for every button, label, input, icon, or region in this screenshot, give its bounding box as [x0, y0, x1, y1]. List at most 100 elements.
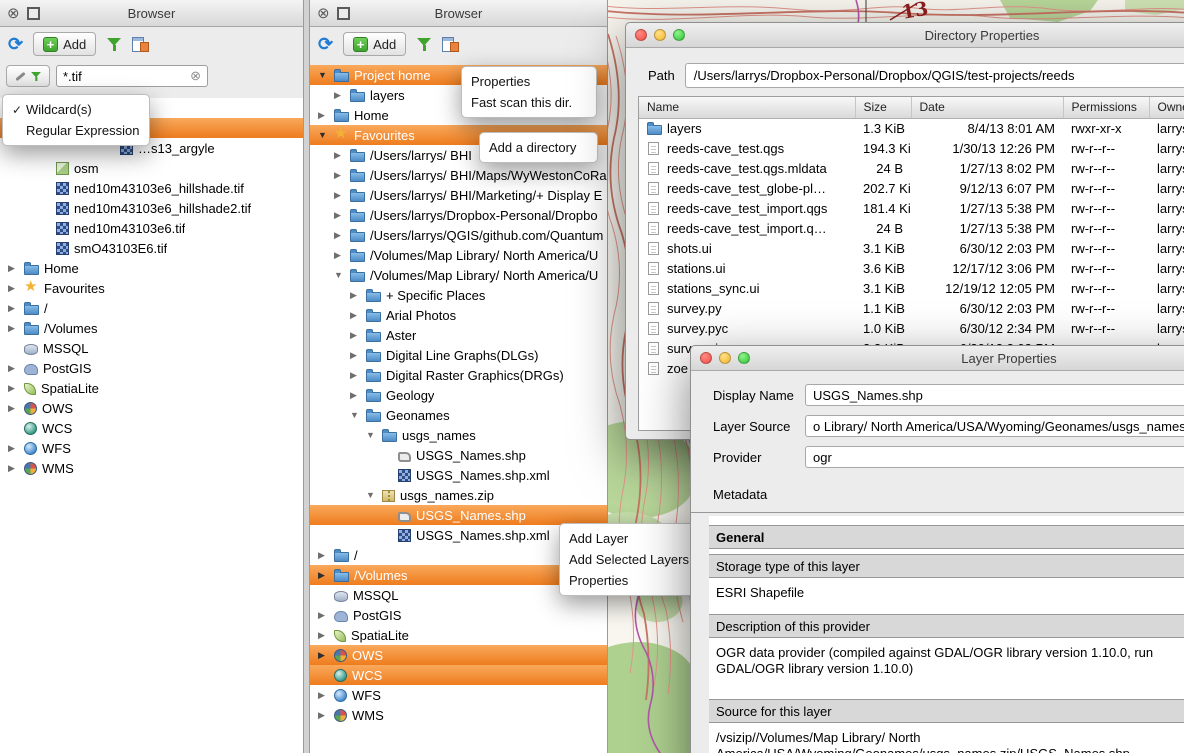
expand-arrow[interactable]: ▶ — [350, 330, 366, 341]
refresh-icon[interactable]: ⟳ — [318, 35, 333, 53]
expand-arrow[interactable]: ▶ — [318, 570, 334, 581]
tree-item-usgs-names-zip[interactable]: ▼usgs_names.zip — [310, 485, 607, 505]
tree-item-ows[interactable]: ▶OWS — [0, 398, 303, 418]
expand-arrow[interactable]: ▶ — [8, 403, 24, 414]
expand-arrow[interactable]: ▶ — [8, 383, 24, 394]
tree-item-smo43103e6-tif[interactable]: smO43103E6.tif — [0, 238, 303, 258]
table-row[interactable]: layers1.3 KiB8/4/13 8:01 AMrwxr-xr-xlarr… — [639, 118, 1184, 138]
menu-item-add-layer[interactable]: Add Layer — [560, 528, 695, 549]
column-header-name[interactable]: Name — [639, 97, 855, 118]
filter-icon[interactable] — [106, 37, 122, 52]
table-row[interactable]: reeds-cave_test.qgs.mldata24 B1/27/13 8:… — [639, 158, 1184, 178]
menu-item-properties[interactable]: Properties — [462, 71, 596, 92]
add-button[interactable]: + Add — [343, 32, 406, 56]
tree-item-wfs[interactable]: ▶WFS — [310, 685, 607, 705]
dialog-titlebar[interactable]: Layer Properties — [691, 346, 1184, 371]
close-panel-icon[interactable]: ⊗ — [317, 6, 330, 21]
tree-item-wcs[interactable]: WCS — [310, 665, 607, 685]
clear-filter-icon[interactable]: ⊗ — [190, 68, 201, 84]
expand-arrow[interactable]: ▶ — [8, 463, 24, 474]
expand-arrow[interactable]: ▶ — [350, 370, 366, 381]
table-row[interactable]: stations.ui3.6 KiB12/17/12 3:06 PMrw-r--… — [639, 258, 1184, 278]
expand-arrow[interactable]: ▶ — [334, 210, 350, 221]
expand-arrow[interactable]: ▶ — [8, 363, 24, 374]
expand-arrow[interactable]: ▶ — [334, 150, 350, 161]
tree-item-arial-photos[interactable]: ▶Arial Photos — [310, 305, 607, 325]
column-header-size[interactable]: Size — [855, 97, 911, 118]
tree-item-volumes-map-library-north-amer[interactable]: ▼/Volumes/Map Library/ North America/U — [310, 265, 607, 285]
refresh-icon[interactable]: ⟳ — [8, 35, 23, 53]
detach-panel-icon[interactable] — [27, 7, 40, 20]
close-button[interactable] — [700, 352, 712, 364]
minimize-button[interactable] — [719, 352, 731, 364]
expand-arrow[interactable]: ▼ — [366, 490, 382, 500]
tree-item-digital-raster-graphics-drgs[interactable]: ▶Digital Raster Graphics(DRGs) — [310, 365, 607, 385]
tree-item-volumes[interactable]: ▶/Volumes — [0, 318, 303, 338]
tree-item-mssql[interactable]: MSSQL — [0, 338, 303, 358]
tree-item-aster[interactable]: ▶Aster — [310, 325, 607, 345]
tree-item-geology[interactable]: ▶Geology — [310, 385, 607, 405]
close-button[interactable] — [635, 29, 647, 41]
table-row[interactable]: reeds-cave_test_import.qgs181.4 KiB1/27/… — [639, 198, 1184, 218]
expand-arrow[interactable]: ▶ — [334, 250, 350, 261]
tree-item-ows[interactable]: ▶OWS — [310, 645, 607, 665]
table-row[interactable]: shots.ui3.1 KiB6/30/12 2:03 PMrw-r--r--l… — [639, 238, 1184, 258]
menu-item-fast-scan-this-dir[interactable]: Fast scan this dir. — [462, 92, 596, 113]
tree-item-ned10m43103e6-hillshade-tif[interactable]: ned10m43103e6_hillshade.tif — [0, 178, 303, 198]
expand-arrow[interactable]: ▼ — [318, 130, 334, 140]
tree-item-wms[interactable]: ▶WMS — [310, 705, 607, 725]
expand-arrow[interactable]: ▼ — [350, 410, 366, 420]
tree-item-favourites[interactable]: ▶Favourites — [0, 278, 303, 298]
expand-arrow[interactable]: ▶ — [350, 350, 366, 361]
expand-arrow[interactable]: ▼ — [318, 70, 334, 80]
table-row[interactable]: reeds-cave_test.qgs194.3 KiB1/30/13 12:2… — [639, 138, 1184, 158]
expand-arrow[interactable]: ▶ — [318, 630, 334, 641]
minimize-button[interactable] — [654, 29, 666, 41]
tree-item-usgs-names-shp-xml[interactable]: USGS_Names.shp.xml — [310, 465, 607, 485]
tree-item-spatialite[interactable]: ▶SpatiaLite — [0, 378, 303, 398]
tree-item-home[interactable]: ▶Home — [0, 258, 303, 278]
expand-arrow[interactable]: ▶ — [318, 710, 334, 721]
table-row[interactable]: reeds-cave_test_globe-pl…202.7 KiB9/12/1… — [639, 178, 1184, 198]
expand-arrow[interactable]: ▼ — [334, 270, 350, 280]
tree-item-usgs-names-shp[interactable]: USGS_Names.shp — [310, 505, 607, 525]
layer-source-input[interactable]: o Library/ North America/USA/Wyoming/Geo… — [805, 415, 1184, 437]
column-header-owner[interactable]: Owner — [1149, 97, 1184, 118]
tree-item-usgs-names[interactable]: ▼usgs_names — [310, 425, 607, 445]
menu-item-wildcard-s[interactable]: ✓Wildcard(s) — [3, 99, 149, 120]
tree-item-ned10m43103e6-tif[interactable]: ned10m43103e6.tif — [0, 218, 303, 238]
tree-item-users-larrys-dropbox-personal-[interactable]: ▶/Users/larrys/Dropbox-Personal/Dropbo — [310, 205, 607, 225]
tree-item-spatialite[interactable]: ▶SpatiaLite — [310, 625, 607, 645]
menu-item-properties[interactable]: Properties — [560, 570, 695, 591]
panel-titlebar[interactable]: ⊗ Browser — [310, 0, 607, 27]
tree-item-usgs-names-shp[interactable]: USGS_Names.shp — [310, 445, 607, 465]
expand-arrow[interactable]: ▶ — [334, 170, 350, 181]
tree-item-postgis[interactable]: ▶PostGIS — [0, 358, 303, 378]
path-input[interactable]: /Users/larrys/Dropbox-Personal/Dropbox/Q… — [685, 63, 1184, 88]
menu-item-add-a-directory[interactable]: Add a directory — [480, 137, 597, 158]
table-row[interactable]: survey.pyc1.0 KiB6/30/12 2:34 PMrw-r--r-… — [639, 318, 1184, 338]
expand-arrow[interactable]: ▶ — [8, 263, 24, 274]
dialog-titlebar[interactable]: Directory Properties — [626, 23, 1184, 48]
zoom-button[interactable] — [673, 29, 685, 41]
expand-arrow[interactable]: ▶ — [8, 283, 24, 294]
expand-arrow[interactable]: ▶ — [350, 390, 366, 401]
zoom-button[interactable] — [738, 352, 750, 364]
tree-item-osm[interactable]: osm — [0, 158, 303, 178]
expand-arrow[interactable]: ▶ — [318, 550, 334, 561]
tree-item-digital-line-graphs-dlgs[interactable]: ▶Digital Line Graphs(DLGs) — [310, 345, 607, 365]
expand-arrow[interactable]: ▶ — [8, 303, 24, 314]
tree-item-geonames[interactable]: ▼Geonames — [310, 405, 607, 425]
metadata-view[interactable]: GeneralStorage type of this layerESRI Sh… — [709, 516, 1184, 753]
expand-arrow[interactable]: ▶ — [318, 110, 334, 121]
column-header-date[interactable]: Date — [911, 97, 1063, 118]
menu-item-add-selected-layers[interactable]: Add Selected Layers — [560, 549, 695, 570]
menu-item-regular-expression[interactable]: Regular Expression — [3, 120, 149, 141]
tree-item-item[interactable]: ▶/ — [0, 298, 303, 318]
tree-item-users-larrys-bhi-marketing-dis[interactable]: ▶/Users/larrys/ BHI/Marketing/+ Display … — [310, 185, 607, 205]
filter-options-button[interactable] — [6, 65, 50, 87]
expand-arrow[interactable]: ▶ — [8, 443, 24, 454]
expand-arrow[interactable]: ▶ — [350, 310, 366, 321]
tree-item-volumes-map-library-north-amer[interactable]: ▶/Volumes/Map Library/ North America/U — [310, 245, 607, 265]
provider-input[interactable]: ogr — [805, 446, 1184, 468]
